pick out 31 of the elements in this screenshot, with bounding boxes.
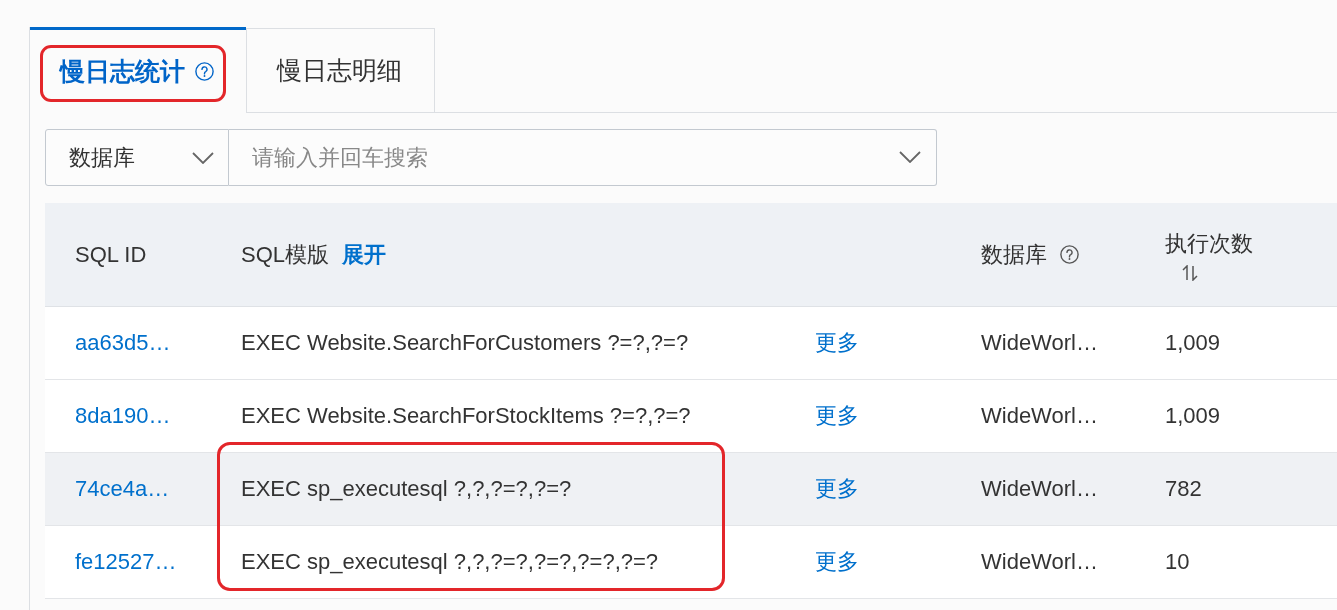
expand-link[interactable]: 展开 [342, 239, 387, 270]
column-header: 数据库 [981, 240, 1047, 269]
execution-count: 782 [1165, 476, 1202, 501]
sql-template: EXEC Website.SearchForCustomers ?=?,?=? [241, 330, 689, 355]
sql-template: EXEC sp_executesql ?,?,?=?,?=?,?=?,?=? [241, 549, 659, 574]
sql-template: EXEC sp_executesql ?,?,?=?,?=? [241, 476, 572, 501]
sql-id-link[interactable]: aa63d5… [75, 330, 171, 355]
sql-id-link[interactable]: fe12527… [75, 549, 177, 574]
chevron-down-icon[interactable] [192, 151, 214, 164]
database-name: WideWorl… [981, 476, 1098, 501]
more-link[interactable]: 更多 [815, 330, 859, 355]
execution-count: 1,009 [1165, 403, 1221, 428]
more-link[interactable]: 更多 [815, 549, 859, 574]
column-header: 执行次数 [1165, 229, 1253, 258]
database-name: WideWorl… [981, 549, 1098, 574]
tab[interactable]: 慢日志明细 [246, 28, 435, 113]
chevron-down-icon[interactable] [899, 151, 921, 163]
execution-count: 1,009 [1165, 330, 1221, 355]
more-link[interactable]: 更多 [815, 403, 859, 428]
column-header: SQL模版 [241, 240, 330, 269]
column-header: SQL ID [75, 241, 147, 268]
more-link[interactable]: 更多 [815, 476, 859, 501]
sql-id-link[interactable]: 74ce4a… [75, 476, 170, 501]
sql-id-link[interactable]: 8da190… [75, 403, 171, 428]
database-select[interactable]: 数据库 [45, 129, 229, 186]
search-field[interactable]: 请输入并回车搜索 [229, 129, 937, 186]
sort-icon[interactable] [1180, 264, 1200, 281]
database-name: WideWorl… [981, 330, 1098, 355]
execution-count: 10 [1165, 549, 1190, 574]
sql-template: EXEC Website.SearchForStockItems ?=?,?=? [241, 403, 691, 428]
database-name: WideWorl… [981, 403, 1098, 428]
